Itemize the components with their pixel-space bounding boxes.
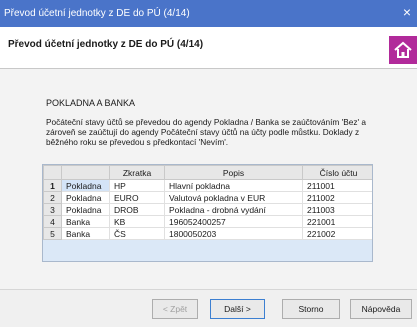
cell-type[interactable]: Banka xyxy=(61,227,110,240)
window-titlebar: Převod účetní jednotky z DE do PÚ (4/14)… xyxy=(0,0,417,27)
cell-zkratka[interactable]: EURO xyxy=(109,191,165,204)
table-row[interactable]: 5 Banka ČS 1800050203 221002 xyxy=(43,227,372,240)
cell-popis[interactable]: Valutová pokladna v EUR xyxy=(164,191,303,204)
row-number: 2 xyxy=(43,191,62,204)
cell-popis[interactable]: 196052400257 xyxy=(164,215,303,228)
window-title: Převod účetní jednotky z DE do PÚ (4/14) xyxy=(4,8,190,19)
cell-cislo-uctu[interactable]: 221001 xyxy=(302,215,372,228)
table-row[interactable]: 4 Banka KB 196052400257 221001 xyxy=(43,215,372,228)
column-header-cislo-uctu[interactable]: Číslo účtu xyxy=(302,165,372,180)
home-icon[interactable] xyxy=(389,36,417,64)
table-row[interactable]: 2 Pokladna EURO Valutová pokladna v EUR … xyxy=(43,191,372,204)
column-header-zkratka[interactable]: Zkratka xyxy=(109,165,165,180)
cell-zkratka[interactable]: HP xyxy=(109,179,165,192)
cell-type[interactable]: Pokladna xyxy=(61,179,110,192)
cell-cislo-uctu[interactable]: 211003 xyxy=(302,203,372,216)
cell-zkratka[interactable]: ČS xyxy=(109,227,165,240)
cell-type[interactable]: Banka xyxy=(61,215,110,228)
cell-zkratka[interactable]: KB xyxy=(109,215,165,228)
table-row[interactable]: 3 Pokladna DROB Pokladna - drobná vydání… xyxy=(43,203,372,216)
wizard-footer: < Zpět Další > Storno Nápověda xyxy=(0,289,417,327)
row-number: 3 xyxy=(43,203,62,216)
cell-type[interactable]: Pokladna xyxy=(61,203,110,216)
column-header-popis[interactable]: Popis xyxy=(164,165,303,180)
cell-popis[interactable]: Pokladna - drobná vydání xyxy=(164,203,303,216)
row-number: 1 xyxy=(43,179,62,192)
cell-zkratka[interactable]: DROB xyxy=(109,203,165,216)
column-header-number xyxy=(43,165,62,180)
cell-cislo-uctu[interactable]: 211002 xyxy=(302,191,372,204)
help-button[interactable]: Nápověda xyxy=(350,299,412,319)
section-title: POKLADNA A BANKA xyxy=(46,98,136,108)
column-header-type xyxy=(61,165,110,180)
cell-popis[interactable]: 1800050203 xyxy=(164,227,303,240)
accounts-table: Zkratka Popis Číslo účtu 1 Pokladna HP H… xyxy=(43,165,372,240)
accounts-grid[interactable]: Zkratka Popis Číslo účtu 1 Pokladna HP H… xyxy=(42,164,373,262)
table-row[interactable]: 1 Pokladna HP Hlavní pokladna 211001 xyxy=(43,179,372,192)
row-number: 4 xyxy=(43,215,62,228)
wizard-content: POKLADNA A BANKA Počáteční stavy účtů se… xyxy=(0,69,417,289)
row-number: 5 xyxy=(43,227,62,240)
back-button[interactable]: < Zpět xyxy=(152,299,198,319)
next-button[interactable]: Další > xyxy=(210,299,265,319)
cell-popis[interactable]: Hlavní pokladna xyxy=(164,179,303,192)
cell-type[interactable]: Pokladna xyxy=(61,191,110,204)
close-icon[interactable]: × xyxy=(403,5,411,19)
section-description: Počáteční stavy účtů se převedou do agen… xyxy=(46,117,367,147)
cancel-button[interactable]: Storno xyxy=(282,299,340,319)
cell-cislo-uctu[interactable]: 211001 xyxy=(302,179,372,192)
cell-cislo-uctu[interactable]: 221002 xyxy=(302,227,372,240)
page-title: Převod účetní jednotky z DE do PÚ (4/14) xyxy=(8,39,204,50)
table-header-row: Zkratka Popis Číslo účtu xyxy=(43,165,372,180)
wizard-header: Převod účetní jednotky z DE do PÚ (4/14) xyxy=(0,27,417,69)
